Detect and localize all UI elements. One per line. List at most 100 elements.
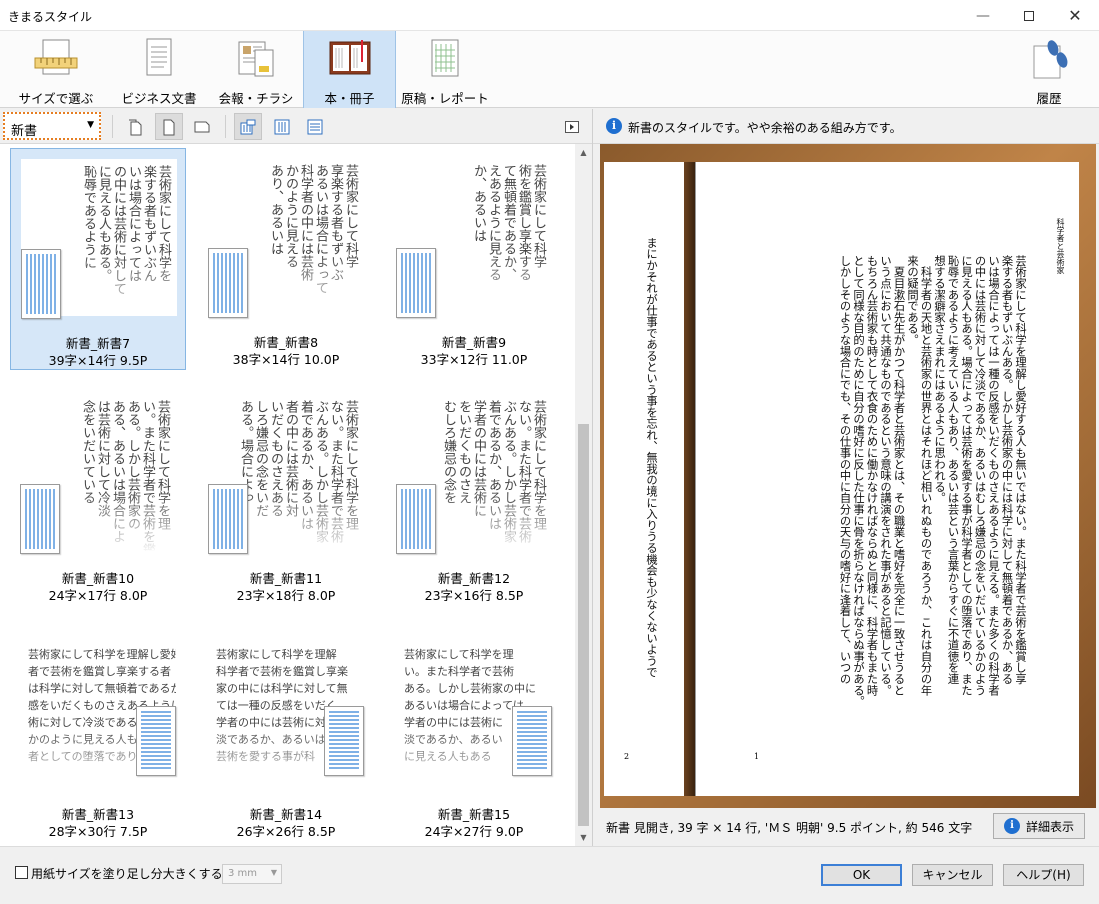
style-grid: 芸術家にして科学を 楽する者もずいぶん いは場合によっては の中には芸術に対して に見え… — [0, 144, 592, 846]
spread-view-button[interactable] — [122, 113, 150, 140]
landscape-page-button[interactable] — [188, 113, 216, 140]
portrait-page-icon — [163, 119, 175, 135]
ribbon-label: 本・冊子 — [324, 91, 375, 106]
window-title: きまるスタイル — [8, 10, 93, 24]
style-spec: 39字×14行 9.5P — [48, 353, 148, 368]
info-icon: i — [606, 118, 622, 134]
grid-scrollbar[interactable]: ▲ ▼ — [575, 144, 592, 846]
ribbon-book-button[interactable]: 本・冊子 — [303, 31, 396, 108]
style-thumbnail[interactable]: 芸術家にして科学を理解 科学者で芸術を鑑賞し享楽 家の中には科学に対して無 ては一種の… — [198, 620, 374, 842]
newsletter-icon — [233, 36, 279, 82]
vertical-text-button[interactable] — [268, 113, 296, 140]
vertical-layout-icon — [21, 249, 61, 319]
ribbon-business-button[interactable]: ビジネス文書 — [116, 31, 202, 108]
multi-column-icon — [240, 119, 256, 134]
maximize-icon — [1024, 10, 1034, 21]
ok-button[interactable]: OK — [821, 864, 902, 886]
style-description: 新書のスタイルです。やや余裕のある組み方です。 — [628, 121, 902, 135]
style-thumbnail[interactable]: 芸術家にして科学を理解し愛好 者で芸術を鑑賞し享楽する者 は科学に対して無頓着である… — [10, 620, 186, 842]
book-icon — [327, 36, 373, 82]
help-button[interactable]: ヘルプ(H) — [1003, 864, 1084, 886]
vertical-layout-icon — [208, 248, 248, 318]
preview-status-bar: 新書 見開き, 39 字 × 14 行, 'ＭＳ 明朝' 9.5 ポイント, 約… — [593, 810, 1099, 844]
horizontal-layout-icon — [324, 706, 364, 776]
multi-column-button[interactable] — [234, 113, 262, 140]
style-spec: 24字×17行 8.0P — [48, 588, 148, 603]
toolbar-separator — [112, 115, 113, 138]
cancel-button[interactable]: キャンセル — [912, 864, 993, 886]
left-page-number: 2 — [624, 752, 630, 761]
category-select[interactable]: 新書 ▼ — [3, 112, 101, 140]
horizontal-text-button[interactable] — [301, 113, 329, 140]
horizontal-layout-icon — [512, 706, 552, 776]
style-spec: 28字×30行 7.5P — [48, 824, 148, 839]
ribbon-label: 履歴 — [1036, 91, 1062, 106]
style-thumbnail[interactable]: 芸術家にして科学を理 ない。また科学者で芸術 ぶんある。しかし芸術家 着であるか、ある… — [386, 384, 562, 606]
bleed-size-value: 3 mm — [228, 868, 258, 879]
style-thumbnail[interactable]: 芸術家にして科学を理 ない。また科学者で芸術 ぶんある。しかし芸術家 着であるか、ある… — [198, 384, 374, 606]
book-preview: まにかそれが仕事であるという事を忘れ、無我の境に入りうる機会も少なくないようで … — [600, 144, 1096, 808]
style-summary: 新書 見開き, 39 字 × 14 行, 'ＭＳ 明朝' 9.5 ポイント, 約… — [606, 821, 973, 835]
right-page-number: 1 — [754, 752, 760, 761]
details-button[interactable]: i 詳細表示 — [993, 813, 1085, 839]
maximize-button[interactable] — [1006, 0, 1052, 31]
manuscript-icon — [422, 36, 468, 82]
vertical-layout-icon — [396, 248, 436, 318]
title-bar: きまるスタイル — ✕ — [0, 0, 1099, 31]
style-spec: 24字×27行 9.0P — [424, 824, 524, 839]
style-spec: 38字×14行 10.0P — [232, 352, 340, 367]
category-ribbon: サイズで選ぶ ビジネス文書 会報・チラシ 本・冊子 原稿・レポート 履歴 — [0, 31, 1099, 108]
vertical-layout-icon — [208, 484, 248, 554]
details-button-label: 詳細表示 — [1025, 819, 1074, 834]
info-icon: i — [1003, 818, 1020, 834]
close-icon: ✕ — [1068, 6, 1082, 25]
horizontal-text-icon — [307, 119, 323, 134]
scroll-down-icon[interactable]: ▼ — [575, 829, 592, 846]
dropdown-arrow-icon: ▼ — [87, 120, 94, 130]
bleed-checkbox-label[interactable]: 用紙サイズを塗り足し分大きくする(S) — [31, 865, 240, 882]
portrait-page-button[interactable] — [155, 113, 183, 140]
scroll-up-icon[interactable]: ▲ — [575, 144, 592, 161]
style-thumbnail[interactable]: 芸術家にして科学 術を鑑賞し享楽する て無頓着であるか、 えあるように見える か、あるい… — [386, 148, 562, 370]
scroll-thumb[interactable] — [578, 424, 589, 826]
style-spec: 26字×26行 8.5P — [236, 824, 336, 839]
dialog-footer: 用紙サイズを塗り足し分大きくする(S) 3 mm ▼ OK キャンセル ヘルプ(… — [0, 846, 1099, 904]
style-thumbnail[interactable]: 芸術家にして科学を 楽する者もずいぶん いは場合によっては の中には芸術に対して に見え… — [10, 148, 186, 370]
ribbon-label: ビジネス文書 — [121, 91, 197, 106]
ribbon-manuscript-button[interactable]: 原稿・レポート — [400, 31, 490, 108]
left-page: まにかそれが仕事であるという事を忘れ、無我の境に入りうる機会も少なくないようで … — [604, 162, 684, 796]
preview-header: i 新書のスタイルです。やや余裕のある組み方です。 — [593, 109, 1099, 144]
vertical-text-icon — [274, 119, 290, 134]
toolbar-separator — [225, 115, 226, 138]
bleed-size-select: 3 mm ▼ — [222, 864, 282, 884]
panel-toggle-icon — [565, 120, 579, 133]
footprints-icon — [1026, 36, 1072, 82]
pane-divider[interactable] — [592, 109, 593, 846]
ribbon-label: 原稿・レポート — [401, 91, 489, 106]
ribbon-newsletter-button[interactable]: 会報・チラシ — [212, 31, 300, 108]
left-page-text: まにかそれが仕事であるという事を忘れ、無我の境に入りうる機会も少なくないようで — [645, 237, 658, 678]
style-spec: 23字×16行 8.5P — [424, 588, 524, 603]
style-thumbnail[interactable]: 芸術家にして科学を理 い。また科学者で芸術を鑑 ある。しかし芸術家の ある、あるいは場… — [10, 384, 186, 606]
style-spec: 23字×18行 8.0P — [236, 588, 336, 603]
style-thumbnail[interactable]: 芸術家にして科学を理 い。また科学者で芸術 ある。しかし芸術家の中に あるいは場合によ… — [386, 620, 562, 842]
ribbon-label: 会報・チラシ — [218, 91, 294, 106]
ribbon-history-button[interactable]: 履歴 — [1020, 31, 1078, 108]
style-thumbnail[interactable]: 芸術家にして科学 享楽する者もずいぶ あるいは場合によって 科学者の中には芸術 かのよう… — [198, 148, 374, 370]
right-page: 芸術家にして科学を理解し愛好する人も無いではない。また科学者で芸術を鑑賞し享 楽す… — [695, 162, 1079, 796]
vertical-layout-icon — [20, 484, 60, 554]
category-select-value: 新書 — [11, 124, 38, 139]
ribbon-size-button[interactable]: サイズで選ぶ — [10, 31, 102, 108]
toggle-preview-button[interactable] — [560, 113, 584, 140]
document-icon — [136, 36, 182, 82]
vertical-layout-icon — [396, 484, 436, 554]
minimize-icon: — — [976, 7, 990, 24]
minimize-button[interactable]: — — [960, 0, 1006, 31]
horizontal-layout-icon — [136, 706, 176, 776]
spread-page-icon — [129, 119, 142, 135]
close-button[interactable]: ✕ — [1052, 0, 1098, 31]
style-spec: 33字×12行 11.0P — [420, 352, 528, 367]
landscape-page-icon — [194, 121, 210, 132]
bleed-checkbox[interactable] — [15, 866, 28, 879]
dropdown-arrow-icon: ▼ — [270, 868, 277, 877]
